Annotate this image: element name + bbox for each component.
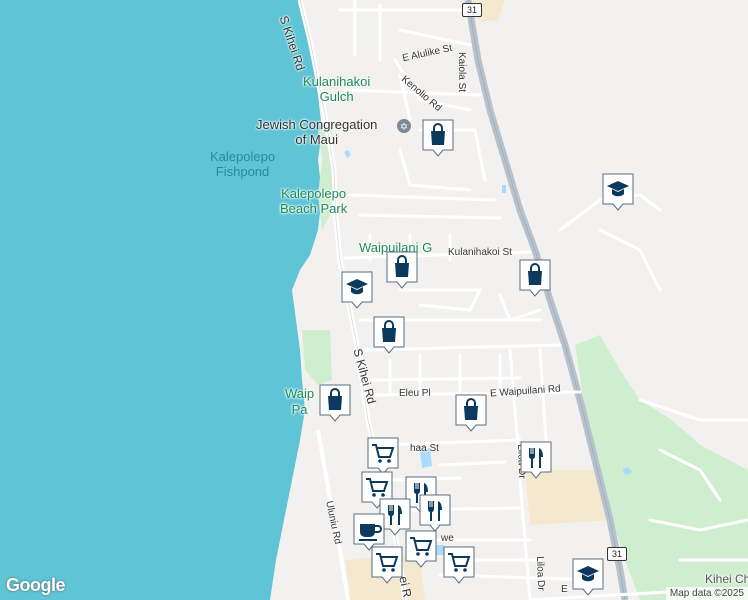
jewish-congregation-label[interactable]: Jewish Congregation of Maui [256, 117, 377, 147]
map-attribution[interactable]: Map data ©2025 [665, 587, 748, 600]
kalepolepo-fishpond-label: Kalepolepo Fishpond [210, 149, 276, 179]
map-marker-shopping-cart[interactable] [404, 529, 438, 571]
map-marker-school[interactable] [601, 172, 635, 214]
map-marker-shopping-bag[interactable] [372, 315, 406, 357]
map-marker-shopping-bag[interactable] [421, 118, 455, 160]
map-marker-shopping-bag[interactable] [385, 250, 419, 292]
kaiola-st-label: Kaiola St [456, 52, 467, 93]
route-31-shield-top: 31 [462, 3, 482, 17]
waipuilani-park-label[interactable]: Waip Pa [285, 386, 314, 418]
map-marker-shopping-bag[interactable] [318, 383, 352, 425]
ahaa-st-label: haa St [410, 443, 439, 454]
kihei-ch-label[interactable]: Kihei Ch [705, 572, 748, 587]
ocean [0, 0, 322, 600]
map-marker-shopping-bag[interactable] [454, 393, 488, 435]
e-label: E [561, 584, 568, 595]
map-marker-restaurant[interactable] [519, 440, 553, 482]
pond [502, 185, 506, 193]
kulanihakoi-st-label: Kulanihakoi St [448, 247, 512, 258]
map-marker-shopping-cart[interactable] [442, 545, 476, 587]
map-marker-school[interactable] [571, 557, 605, 599]
map-marker-school[interactable] [340, 270, 374, 312]
kulanihakoi-gulch-label: Kulanihakoi Gulch [303, 74, 371, 104]
map-marker-shopping-cart[interactable] [370, 545, 404, 587]
liloa-dr-label-lower: Liloa Dr [534, 556, 547, 591]
map-marker-shopping-bag[interactable] [518, 258, 552, 300]
eleu-pl-label: Eleu Pl [399, 388, 431, 399]
svg-text:✡: ✡ [400, 122, 408, 133]
google-logo: Google [6, 575, 66, 595]
route-31-shield-bottom: 31 [607, 547, 627, 561]
kalepolepo-beach-park-label[interactable]: Kalepolepo Beach Park [280, 186, 347, 216]
